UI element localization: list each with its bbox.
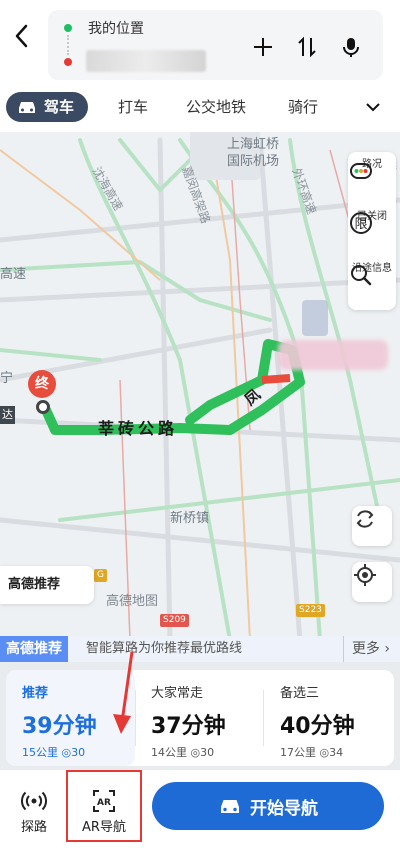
top-bar: 我的位置 驾车 打车 公交地铁 骑行 [0,0,400,132]
car-icon [221,800,239,813]
road-tag-s209: S209 [160,614,189,627]
route-tag: 推荐 [22,686,49,701]
route-tag: 备选三 [280,686,320,701]
annotation-arrow [113,651,134,734]
route-distance: 15公里 [22,746,58,759]
mic-icon [343,38,359,57]
start-navigation-button[interactable]: 开始导航 [152,782,384,830]
swap-button[interactable] [294,34,320,60]
route-option-2[interactable]: 大家常走 37分钟 14公里 ◎30 [135,670,264,766]
map-brand: 高德地图 [106,594,159,609]
map-label-ning: 宁 [0,370,13,386]
origin-dot [64,24,72,32]
route-lights: 30 [71,746,86,759]
route-lights: 34 [329,746,344,759]
ar-nav-button[interactable]: AR AR导航 [76,780,132,838]
route-time: 37分钟 [151,714,226,739]
svg-text:AR: AR [97,798,111,808]
route-time: 40分钟 [280,714,355,739]
route-meta: 14公里 ◎30 [151,744,214,760]
ar-icon: AR [93,790,115,812]
destination-label-blurred [278,340,388,370]
chevron-down-icon[interactable] [364,98,382,116]
radar-icon [21,791,47,811]
bottom-bar: 探路 AR AR导航 开始导航 [0,770,400,848]
route-time: 39分钟 [22,714,97,739]
voice-button[interactable] [338,34,364,60]
map-poi-da: 达 [0,406,15,424]
more-routes-link[interactable]: 更多 › [342,636,390,662]
road-tag-g: G [94,569,107,582]
search-icon [351,265,372,286]
refresh-icon [356,510,374,528]
traffic-light-icon: ◎ [61,746,72,759]
start-navigation-label: 开始导航 [250,798,318,819]
refresh-route-button[interactable] [352,506,392,546]
origin-field[interactable]: 我的位置 [88,18,144,38]
mode-tabs: 驾车 打车 公交地铁 骑行 [0,86,400,128]
recommend-banner[interactable]: 高德推荐 智能算路为你推荐最优路线 更多 › [0,636,400,662]
tab-taxi[interactable]: 打车 [118,92,148,122]
route-option-3[interactable]: 备选三 40分钟 17公里 ◎34 [264,670,393,766]
map-label-airport-2: 国际机场 [227,154,279,169]
locate-icon [354,564,376,586]
explore-button[interactable]: 探路 [6,780,62,838]
traffic-icon [350,163,372,179]
map-label-main-road: 莘砖公路 [98,419,178,438]
map-control-group: 路况 限 已关闭 沿途信息 [348,152,396,310]
car-icon [19,102,35,113]
road-tag-s223: S223 [296,604,325,617]
route-options: 推荐 39分钟 15公里 ◎30 大家常走 37分钟 14公里 ◎30 备选三 … [6,670,394,766]
plus-icon [254,38,272,56]
tab-drive-label: 驾车 [44,98,75,116]
map-label-airport-1: 上海虹桥 [227,137,279,152]
route-tag: 大家常走 [151,686,204,701]
back-arrow-icon [15,24,28,48]
route-distance: 14公里 [151,746,187,759]
swap-icon [298,36,316,58]
explore-label: 探路 [20,820,47,835]
end-pin[interactable]: 终 [28,370,56,404]
map-label-gaosu: 高速 [0,266,26,282]
route-lights: 30 [200,746,215,759]
search-along-button[interactable]: 沿途信息 [348,258,396,308]
route-meta: 15公里 ◎30 [22,744,85,760]
traffic-button[interactable]: 路况 [348,154,396,204]
destination-dot [64,58,72,66]
tab-drive[interactable]: 驾车 [6,92,88,122]
tab-transit[interactable]: 公交地铁 [186,92,246,122]
traffic-light-icon: ◎ [319,746,330,759]
map-label-xinqiao: 新桥镇 [170,510,209,526]
restrict-glyph: 限 [354,217,367,232]
end-dot [36,400,50,414]
traffic-light-icon: ◎ [190,746,201,759]
end-pin-label: 终 [28,370,56,398]
back-button[interactable] [8,18,36,54]
ar-nav-label: AR导航 [82,820,126,835]
banner-badge: 高德推荐 [0,636,68,662]
locate-button[interactable] [352,562,392,602]
tab-bike[interactable]: 骑行 [288,92,318,122]
add-waypoint-button[interactable] [250,34,276,60]
destination-field[interactable] [86,50,206,72]
route-distance: 17公里 [280,746,316,759]
recommend-chip[interactable]: 高德推荐 [0,566,94,604]
route-connector [67,35,69,55]
restrict-button[interactable]: 限 已关闭 [348,206,396,256]
route-meta: 17公里 ◎34 [280,744,343,760]
route-input-card: 我的位置 [48,10,383,80]
restrict-icon: 限 [350,212,372,234]
